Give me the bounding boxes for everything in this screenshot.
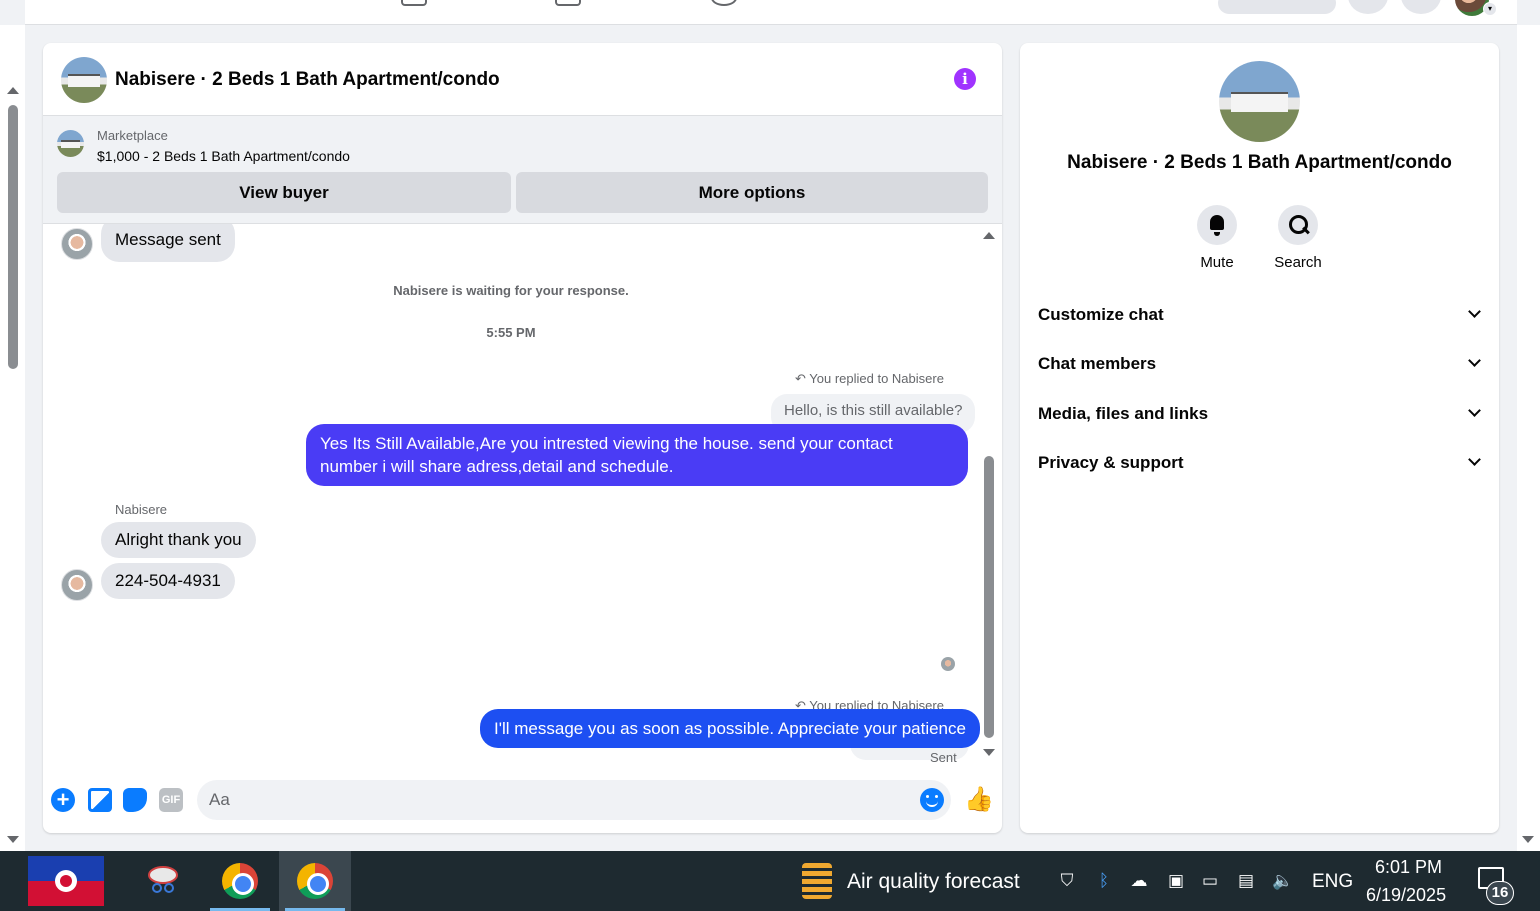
listing-photo-avatar[interactable] (1219, 61, 1300, 142)
account-chevron-down-icon[interactable]: ▾ (1483, 2, 1497, 16)
windows-taskbar: Air quality forecast ⛉ ᛒ ☁ ▣ ▭ ▤ 🔈 ENG 6… (0, 851, 1540, 911)
gif-icon[interactable]: GIF (159, 788, 183, 812)
sticker-icon[interactable] (123, 788, 147, 812)
sidebar-title: Nabisere · 2 Beds 1 Bath Apartment/condo (1067, 152, 1452, 173)
privacy-support-section[interactable]: Privacy & support (1038, 443, 1483, 483)
chrome-profile-icon (297, 863, 333, 899)
message-bubble-out[interactable]: I'll message you as soon as possible. Ap… (480, 709, 980, 748)
language-indicator[interactable]: ENG (1312, 871, 1353, 893)
media-files-links-section[interactable]: Media, files and links (1038, 394, 1483, 434)
scroll-down-arrow-icon[interactable] (1522, 836, 1534, 843)
air-quality-icon[interactable] (802, 863, 832, 899)
message-bubble-in[interactable]: 224-504-4931 (101, 563, 235, 599)
listing-thumbnail[interactable] (57, 130, 84, 157)
onedrive-cloud-icon[interactable]: ☁ (1129, 871, 1149, 891)
reply-label: ↶ You replied to Nabisere (795, 371, 944, 387)
mute-label: Mute (1200, 254, 1234, 271)
weather-widget-text[interactable]: Air quality forecast (847, 870, 1020, 894)
section-label: Customize chat (1038, 305, 1164, 324)
clock-date[interactable]: 6/19/2025 (1366, 885, 1446, 906)
search-label: Search (1274, 254, 1322, 271)
message-bubble-in[interactable]: Message sent (101, 224, 235, 262)
section-label: Privacy & support (1038, 453, 1184, 472)
emoji-icon[interactable] (920, 788, 944, 812)
clock-time[interactable]: 6:01 PM (1375, 857, 1442, 878)
snipping-tool-icon (148, 866, 178, 893)
reply-arrow-icon: ↶ (795, 371, 810, 386)
mute-button[interactable]: Mute (1177, 205, 1257, 271)
chevron-down-icon (1468, 453, 1481, 466)
groups-nav-icon[interactable] (555, 0, 581, 6)
network-icon[interactable]: ▤ (1236, 871, 1256, 891)
info-icon[interactable]: i (954, 68, 976, 90)
scroll-up-arrow-icon[interactable] (983, 232, 995, 239)
marketplace-nav-icon[interactable] (401, 0, 427, 6)
bell-icon[interactable] (1197, 205, 1237, 245)
photo-icon[interactable] (88, 788, 112, 812)
contact-avatar[interactable] (61, 569, 93, 601)
find-friends-button[interactable] (1218, 0, 1336, 14)
notification-count-badge: 16 (1486, 881, 1514, 905)
messenger-icon[interactable] (1401, 0, 1441, 14)
top-navigation-bar: ▾ (25, 0, 1517, 25)
search-icon[interactable] (1278, 205, 1318, 245)
sender-name: Nabisere (115, 502, 168, 517)
more-options-button[interactable]: More options (516, 172, 988, 213)
listing-title[interactable]: $1,000 - 2 Beds 1 Bath Apartment/condo (97, 148, 350, 164)
chat-panel: Nabisere · 2 Beds 1 Bath Apartment/condo… (43, 43, 1002, 833)
page-scrollbar[interactable] (0, 25, 25, 851)
security-shield-icon[interactable]: ⛉ (1057, 871, 1077, 891)
view-buyer-button[interactable]: View buyer (57, 172, 511, 213)
meet-now-icon[interactable]: ▣ (1166, 871, 1186, 891)
waiting-status: Nabisere is waiting for your response. (393, 283, 629, 298)
listing-avatar[interactable] (61, 57, 107, 103)
marketplace-label: Marketplace (97, 128, 168, 143)
taskbar-chrome-profile[interactable] (279, 851, 351, 911)
thumbs-up-icon[interactable]: 👍 (964, 785, 994, 813)
gaming-nav-icon[interactable] (711, 0, 737, 6)
chrome-icon (222, 863, 258, 899)
scroll-down-arrow-icon[interactable] (7, 836, 19, 843)
message-composer: + GIF 👍 (43, 769, 1002, 833)
message-bubble-in[interactable]: Alright thank you (101, 522, 256, 558)
chevron-down-icon (1468, 305, 1481, 318)
chevron-down-icon (1468, 404, 1481, 417)
customize-chat-section[interactable]: Customize chat (1038, 295, 1483, 335)
taskbar-snipping-tool[interactable] (128, 851, 200, 911)
reply-label-text: You replied to Nabisere (809, 371, 944, 386)
section-label: Media, files and links (1038, 404, 1209, 423)
message-input[interactable] (197, 780, 951, 820)
menu-grid-icon[interactable] (1348, 0, 1388, 14)
search-button[interactable]: Search (1258, 205, 1338, 271)
chat-members-section[interactable]: Chat members (1038, 344, 1483, 384)
contact-avatar[interactable] (61, 228, 93, 260)
marketplace-banner: Marketplace $1,000 - 2 Beds 1 Bath Apart… (43, 116, 1002, 224)
chat-title[interactable]: Nabisere · 2 Beds 1 Bath Apartment/condo (115, 69, 500, 91)
scrollbar-thumb[interactable] (984, 456, 994, 738)
chevron-down-icon (1468, 354, 1481, 367)
scroll-up-arrow-icon[interactable] (7, 87, 19, 94)
timestamp: 5:55 PM (486, 325, 536, 340)
plus-icon[interactable]: + (51, 788, 75, 812)
haiti-flag-icon[interactable] (28, 856, 104, 906)
volume-icon[interactable]: 🔈 (1272, 871, 1293, 891)
message-scrollbar[interactable] (982, 230, 996, 760)
chat-header: Nabisere · 2 Beds 1 Bath Apartment/condo… (43, 43, 1002, 116)
message-list: Message sent Nabisere is waiting for you… (43, 224, 1002, 769)
right-page-edge (1517, 25, 1540, 851)
bluetooth-icon[interactable]: ᛒ (1094, 871, 1114, 891)
message-status: Sent (930, 750, 957, 765)
message-bubble-out[interactable]: Yes Its Still Available,Are you intreste… (306, 424, 968, 486)
scroll-down-arrow-icon[interactable] (983, 749, 995, 756)
section-label: Chat members (1038, 354, 1157, 373)
seen-avatar (941, 657, 955, 671)
scrollbar-thumb[interactable] (8, 105, 18, 369)
taskbar-chrome[interactable] (204, 851, 276, 911)
chat-info-sidebar: Nabisere · 2 Beds 1 Bath Apartment/condo… (1020, 43, 1499, 833)
battery-icon[interactable]: ▭ (1200, 871, 1220, 891)
